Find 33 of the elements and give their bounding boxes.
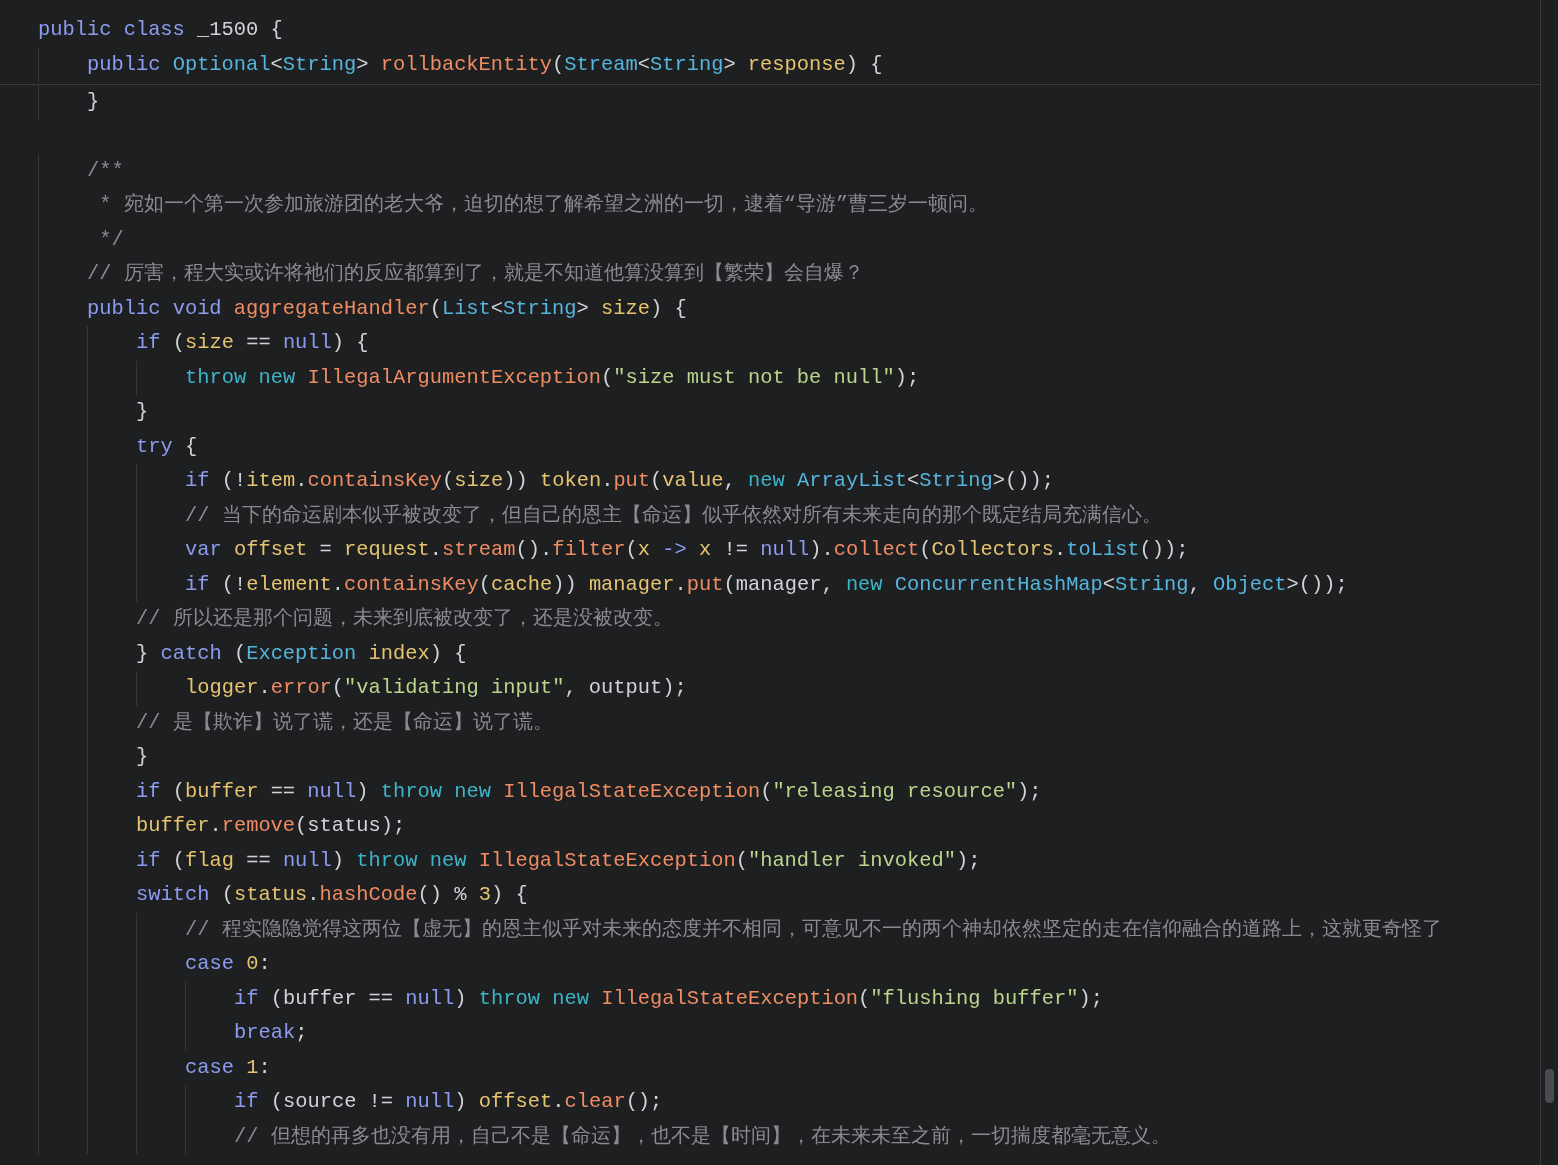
code-line: throw new IllegalArgumentException("size must not be null"); [185, 364, 920, 391]
code-line: // 但想的再多也没有用，自己不是【命运】，也不是【时间】，在未来未至之前，一切揣度都毫无意义。 [234, 1123, 1171, 1150]
code-line: buffer.remove(status); [136, 813, 406, 840]
code-line: try { [136, 433, 198, 460]
code-line: // 所以还是那个问题，未来到底被改变了，还是没被改变。 [136, 606, 673, 633]
code-line: */ [98, 226, 124, 253]
code-line: } [136, 399, 149, 426]
code-line: public Optional<String> rollbackEntity(Stream<String> response) { [87, 51, 883, 78]
code-line: public class _1500 { [38, 17, 283, 43]
code-line: } [87, 89, 100, 115]
code-line: switch (status.hashCode() % 3) { [136, 882, 528, 909]
code-line: if (size == null) { [136, 330, 369, 357]
code-line: public void aggregateHandler(List<String> size) { [87, 295, 687, 322]
code-line: // 当下的命运剧本似乎被改变了，但自己的恩主【命运】似乎依然对所有未来走向的那个既定结局充满信心。 [185, 502, 1162, 529]
code-line: if (buffer == null) throw new IllegalStateException("releasing resource"); [136, 778, 1042, 805]
code-line: if (buffer == null) throw new IllegalStateException("flushing buffer"); [234, 985, 1103, 1012]
code-line: // 是【欺诈】说了谎，还是【命运】说了谎。 [136, 709, 553, 736]
code-line: logger.error("validating input", output); [185, 675, 687, 702]
scrollbar-thumb[interactable] [1545, 1069, 1554, 1103]
code-line: // 程实隐隐觉得这两位【虚无】的恩主似乎对未来的态度并不相同，可意见不一的两个神却依然坚定的走在信仰融合的道路上，这就更奇怪了 [185, 916, 1442, 943]
code-line: case 0: [185, 951, 271, 978]
code-line: if (flag == null) throw new IllegalStateException("handler invoked"); [136, 847, 981, 874]
code-line: } catch (Exception index) { [136, 640, 467, 667]
code-line: * 宛如一个第一次参加旅游团的老大爷，迫切的想了解希望之洲的一切，逮着“导游”曹三岁一顿问。 [98, 192, 989, 219]
code-line: } [136, 744, 149, 771]
code-line: if (!item.containsKey(size)) token.put(value, new ArrayList<String>()); [185, 468, 1054, 495]
code-line: if (source != null) offset.clear(); [234, 1089, 663, 1116]
code-line: /** [87, 157, 124, 184]
code-line: case 1: [185, 1054, 271, 1081]
code-line: // 厉害，程大实或许将祂们的反应都算到了，就是不知道他算没算到【繁荣】会自爆？ [87, 261, 864, 288]
code-line: break; [234, 1020, 308, 1047]
code-line: if (!element.containsKey(cache)) manager.put(manager, new ConcurrentHashMap<String, Object>()); [185, 571, 1348, 598]
code-line: var offset = request.stream().filter(x -> x != null).collect(Collectors.toList()); [185, 537, 1189, 564]
